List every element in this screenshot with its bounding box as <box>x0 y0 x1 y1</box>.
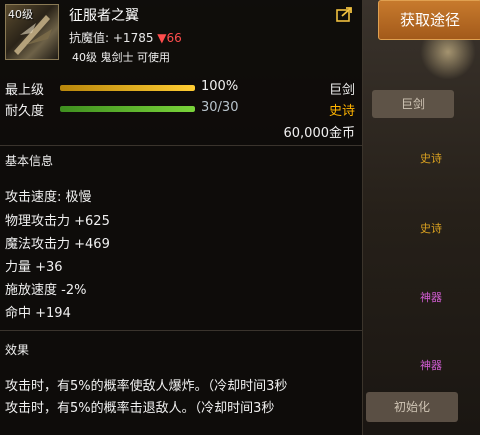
effect-line-knockback: 攻击时，有5%的概率击退敌人。（冷却时间3秒 <box>5 401 275 416</box>
requirement-text: 40级 鬼剑士 可使用 <box>72 51 170 64</box>
effect-line-explode: 攻击时，有5%的概率使敌人爆炸。（冷却时间3秒 <box>5 379 288 394</box>
durability-bar <box>60 106 195 112</box>
game-ui: 巨剑 史诗 史诗 神器 神器 初始化 获取途径 40级 征服者之翼 抗魔值: +… <box>0 0 480 435</box>
rarity-label: 史诗 <box>328 104 355 119</box>
durability-label: 耐久度 <box>5 104 45 119</box>
background-tag-artifact-2: 神器 <box>420 359 442 372</box>
divider <box>0 145 362 146</box>
stat-line-physical-attack: 物理攻击力 +625 <box>5 214 110 229</box>
item-tooltip: 40级 征服者之翼 抗魔值: +1785 ▼66 40级 鬼剑士 可使用 最上级… <box>0 0 363 435</box>
divider <box>0 330 362 331</box>
item-name: 征服者之翼 <box>69 8 139 24</box>
weapon-type: 巨剑 <box>328 83 355 98</box>
grade-bar-fill <box>60 85 195 91</box>
item-icon: 40级 <box>5 4 59 60</box>
resist-diff: ▼66 <box>157 31 182 45</box>
grade-value: 100% <box>201 79 239 94</box>
background-reset-button[interactable]: 初始化 <box>366 392 458 422</box>
grade-label: 最上级 <box>5 83 45 98</box>
background-tag-epic-2: 史诗 <box>420 222 442 235</box>
resist-value: +1785 <box>112 31 154 45</box>
stat-line-magic-attack: 魔法攻击力 +469 <box>5 237 110 252</box>
durability-bar-fill <box>60 106 195 112</box>
get-route-button[interactable]: 获取途径 <box>378 0 480 40</box>
effect-title: 效果 <box>5 343 30 357</box>
basic-info-title: 基本信息 <box>5 154 54 168</box>
resist-label: 抗魔值: <box>69 31 110 45</box>
item-level-badge: 40级 <box>8 8 33 21</box>
durability-value: 30/30 <box>201 100 239 115</box>
stat-line-hit: 命中 +194 <box>5 306 71 321</box>
stat-line-attack-speed: 攻击速度: 极慢 <box>5 190 92 205</box>
background-weapon-button[interactable]: 巨剑 <box>372 90 454 118</box>
background-tag-epic-1: 史诗 <box>420 152 442 165</box>
stat-line-strength: 力量 +36 <box>5 260 63 275</box>
price-text: 60,000金币 <box>283 126 356 141</box>
resist-line: 抗魔值: +1785 ▼66 <box>69 29 182 46</box>
stat-line-cast-speed: 施放速度 -2% <box>5 283 87 298</box>
grade-bar <box>60 85 195 91</box>
share-icon[interactable] <box>336 7 353 22</box>
background-tag-artifact-1: 神器 <box>420 291 442 304</box>
